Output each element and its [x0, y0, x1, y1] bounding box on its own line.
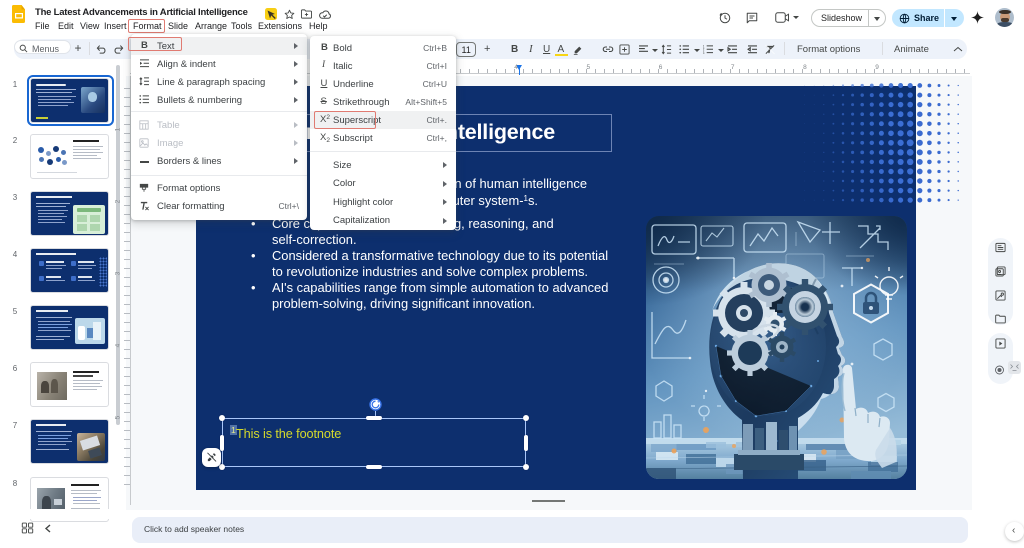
svg-text:3: 3	[703, 51, 705, 54]
